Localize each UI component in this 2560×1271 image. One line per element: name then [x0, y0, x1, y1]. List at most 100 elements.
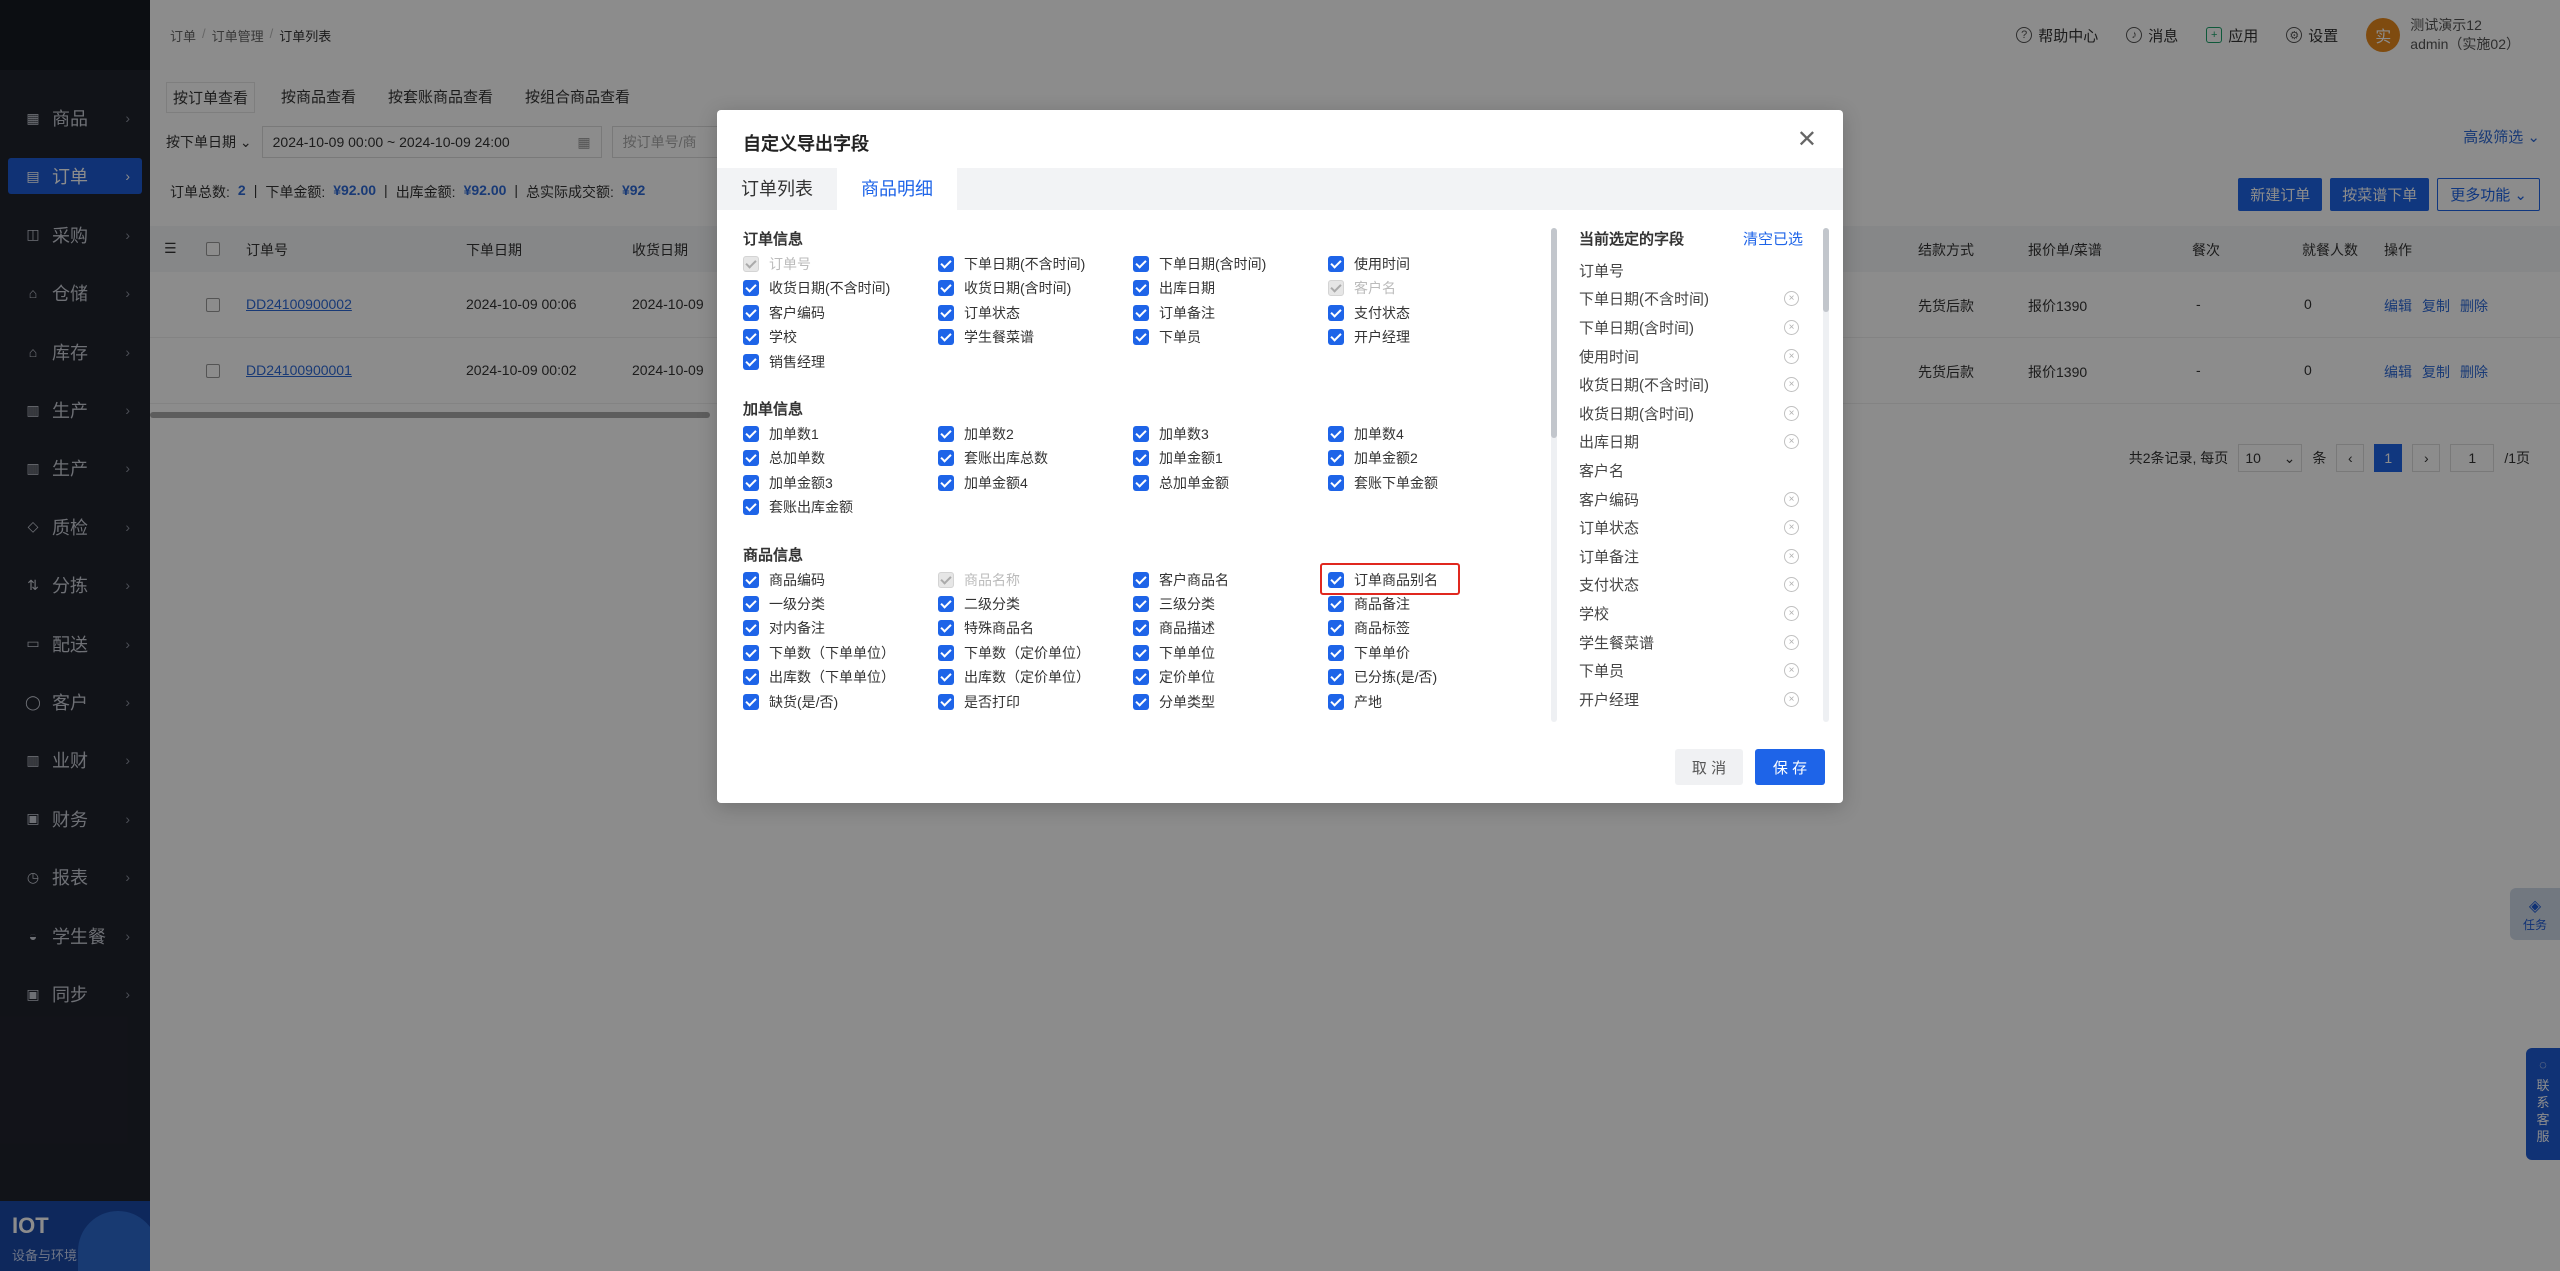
field-checkbox[interactable]: 下单日期(不含时间) — [938, 254, 1085, 274]
remove-circle-icon[interactable]: × — [1784, 663, 1799, 679]
field-checkbox[interactable]: 订单备注 — [1133, 303, 1215, 323]
field-checkbox[interactable]: 加单数4 — [1328, 424, 1404, 444]
checkbox-checked-icon — [1328, 329, 1344, 346]
field-checkbox[interactable]: 订单状态 — [938, 303, 1020, 323]
field-checkbox[interactable]: 套账出库金额 — [743, 497, 853, 517]
field-label: 订单备注 — [1159, 304, 1215, 321]
selected-field-item: 收货日期(含时间) × — [1579, 399, 1805, 428]
field-checkbox[interactable]: 总加单数 — [743, 448, 825, 468]
field-label: 学生餐菜谱 — [964, 329, 1034, 346]
remove-circle-icon[interactable]: × — [1784, 348, 1799, 364]
field-checkbox[interactable]: 加单数3 — [1133, 424, 1209, 444]
remove-circle-icon[interactable]: × — [1784, 291, 1799, 307]
field-checkbox[interactable]: 分单类型 — [1133, 692, 1215, 712]
clear-selected-button[interactable]: 清空已选 — [1743, 228, 1803, 249]
field-checkbox[interactable]: 加单数2 — [938, 424, 1014, 444]
field-checkbox[interactable]: 客户编码 — [743, 303, 825, 323]
field-label: 收货日期(不含时间) — [769, 280, 891, 297]
field-checkbox[interactable]: 定价单位 — [1133, 667, 1215, 687]
checkbox-checked-icon — [1328, 426, 1344, 442]
remove-circle-icon[interactable]: × — [1784, 548, 1799, 564]
field-checkbox[interactable]: 商品备注 — [1328, 594, 1410, 614]
field-checkbox[interactable]: 加单金额1 — [1133, 448, 1223, 468]
field-checkbox[interactable]: 支付状态 — [1328, 303, 1410, 323]
field-checkbox[interactable]: 加单金额2 — [1328, 448, 1418, 468]
checkbox-checked-icon — [1328, 450, 1344, 467]
tab-product-detail[interactable]: 商品明细 — [837, 168, 957, 210]
selected-field-item: 开户经理 × — [1579, 685, 1805, 714]
selected-field-item: 订单号 — [1579, 256, 1805, 285]
field-checkbox[interactable]: 销售经理 — [743, 352, 825, 372]
field-list-scrollbar[interactable] — [1551, 228, 1557, 722]
field-checkbox[interactable]: 加单金额4 — [938, 473, 1028, 493]
field-label: 产地 — [1354, 693, 1382, 710]
remove-circle-icon[interactable]: × — [1784, 319, 1799, 335]
remove-circle-icon[interactable]: × — [1784, 634, 1799, 650]
field-checkbox[interactable]: 套账下单金额 — [1328, 473, 1438, 493]
checkbox-checked-icon — [743, 329, 759, 346]
selected-field-item: 收货日期(不含时间) × — [1579, 370, 1805, 399]
field-checkbox[interactable]: 对内备注 — [743, 618, 825, 638]
field-checkbox[interactable]: 二级分类 — [938, 594, 1020, 614]
field-checkbox[interactable]: 商品编码 — [743, 570, 825, 590]
remove-circle-icon[interactable]: × — [1784, 577, 1799, 593]
remove-circle-icon[interactable]: × — [1784, 405, 1799, 421]
field-checkbox[interactable]: 收货日期(含时间) — [938, 278, 1071, 298]
field-checkbox[interactable]: 使用时间 — [1328, 254, 1410, 274]
field-checkbox[interactable]: 下单单价 — [1328, 643, 1410, 663]
field-checkbox[interactable]: 是否打印 — [938, 692, 1020, 712]
checkbox-checked-icon — [1133, 669, 1149, 686]
field-checkbox[interactable]: 出库日期 — [1133, 278, 1215, 298]
field-checkbox[interactable]: 下单数（定价单位） — [938, 643, 1090, 663]
remove-circle-icon[interactable]: × — [1784, 691, 1799, 707]
field-checkbox[interactable]: 商品描述 — [1133, 618, 1215, 638]
field-checkbox[interactable]: 商品标签 — [1328, 618, 1410, 638]
field-checkbox[interactable]: 缺货(是/否) — [743, 692, 838, 712]
field-checkbox[interactable]: 套账出库总数 — [938, 448, 1048, 468]
remove-circle-icon[interactable]: × — [1784, 520, 1799, 536]
selected-field-label: 客户名 — [1579, 462, 1625, 480]
checkbox-checked-icon — [743, 353, 759, 370]
checkbox-checked-icon — [1133, 280, 1149, 297]
selected-field-item: 出库日期 × — [1579, 428, 1805, 457]
field-checkbox[interactable]: 加单金额3 — [743, 473, 833, 493]
remove-circle-icon[interactable]: × — [1784, 605, 1799, 621]
save-button[interactable]: 保 存 — [1755, 749, 1825, 785]
remove-circle-icon[interactable]: × — [1784, 491, 1799, 507]
checkbox-checked-icon — [1133, 693, 1149, 710]
field-checkbox[interactable]: 总加单金额 — [1133, 473, 1229, 493]
cancel-button[interactable]: 取 消 — [1675, 749, 1743, 785]
remove-circle-icon[interactable]: × — [1784, 434, 1799, 450]
field-label: 加单金额3 — [769, 474, 833, 491]
field-checkbox[interactable]: 学生餐菜谱 — [938, 327, 1034, 347]
selected-field-item: 学校 × — [1579, 599, 1805, 628]
field-checkbox[interactable]: 下单数（下单单位） — [743, 643, 895, 663]
checkbox-checked-icon — [743, 304, 759, 321]
field-checkbox[interactable]: 下单单位 — [1133, 643, 1215, 663]
checkbox-checked-icon — [1328, 256, 1344, 272]
field-checkbox[interactable]: 开户经理 — [1328, 327, 1410, 347]
tab-order-list[interactable]: 订单列表 — [717, 168, 837, 210]
field-checkbox[interactable]: 加单数1 — [743, 424, 819, 444]
field-checkbox[interactable]: 出库数（下单单位） — [743, 667, 895, 687]
remove-circle-icon[interactable]: × — [1784, 377, 1799, 393]
field-label: 商品标签 — [1354, 620, 1410, 637]
field-label: 下单日期(含时间) — [1159, 256, 1267, 272]
field-checkbox[interactable]: 下单日期(含时间) — [1133, 254, 1266, 274]
field-checkbox[interactable]: 出库数（定价单位） — [938, 667, 1090, 687]
selected-field-label: 下单日期(含时间) — [1579, 319, 1694, 337]
close-icon[interactable]: ✕ — [1797, 128, 1817, 152]
field-checkbox[interactable]: 产地 — [1328, 692, 1382, 712]
field-checkbox[interactable]: 学校 — [743, 327, 797, 347]
checkbox-checked-icon — [1328, 596, 1344, 612]
selected-fields-title: 当前选定的字段 — [1579, 231, 1685, 248]
field-checkbox[interactable]: 特殊商品名 — [938, 618, 1034, 638]
field-checkbox[interactable]: 收货日期(不含时间) — [743, 278, 890, 298]
field-checkbox[interactable]: 已分拣(是/否) — [1328, 667, 1437, 687]
checkbox-checked-icon — [743, 571, 759, 588]
field-checkbox[interactable]: 三级分类 — [1133, 594, 1215, 614]
field-checkbox[interactable]: 客户商品名 — [1133, 570, 1229, 590]
field-checkbox[interactable]: 一级分类 — [743, 594, 825, 614]
field-checkbox[interactable]: 下单员 — [1133, 327, 1201, 347]
selected-list-scrollbar[interactable] — [1823, 228, 1829, 722]
